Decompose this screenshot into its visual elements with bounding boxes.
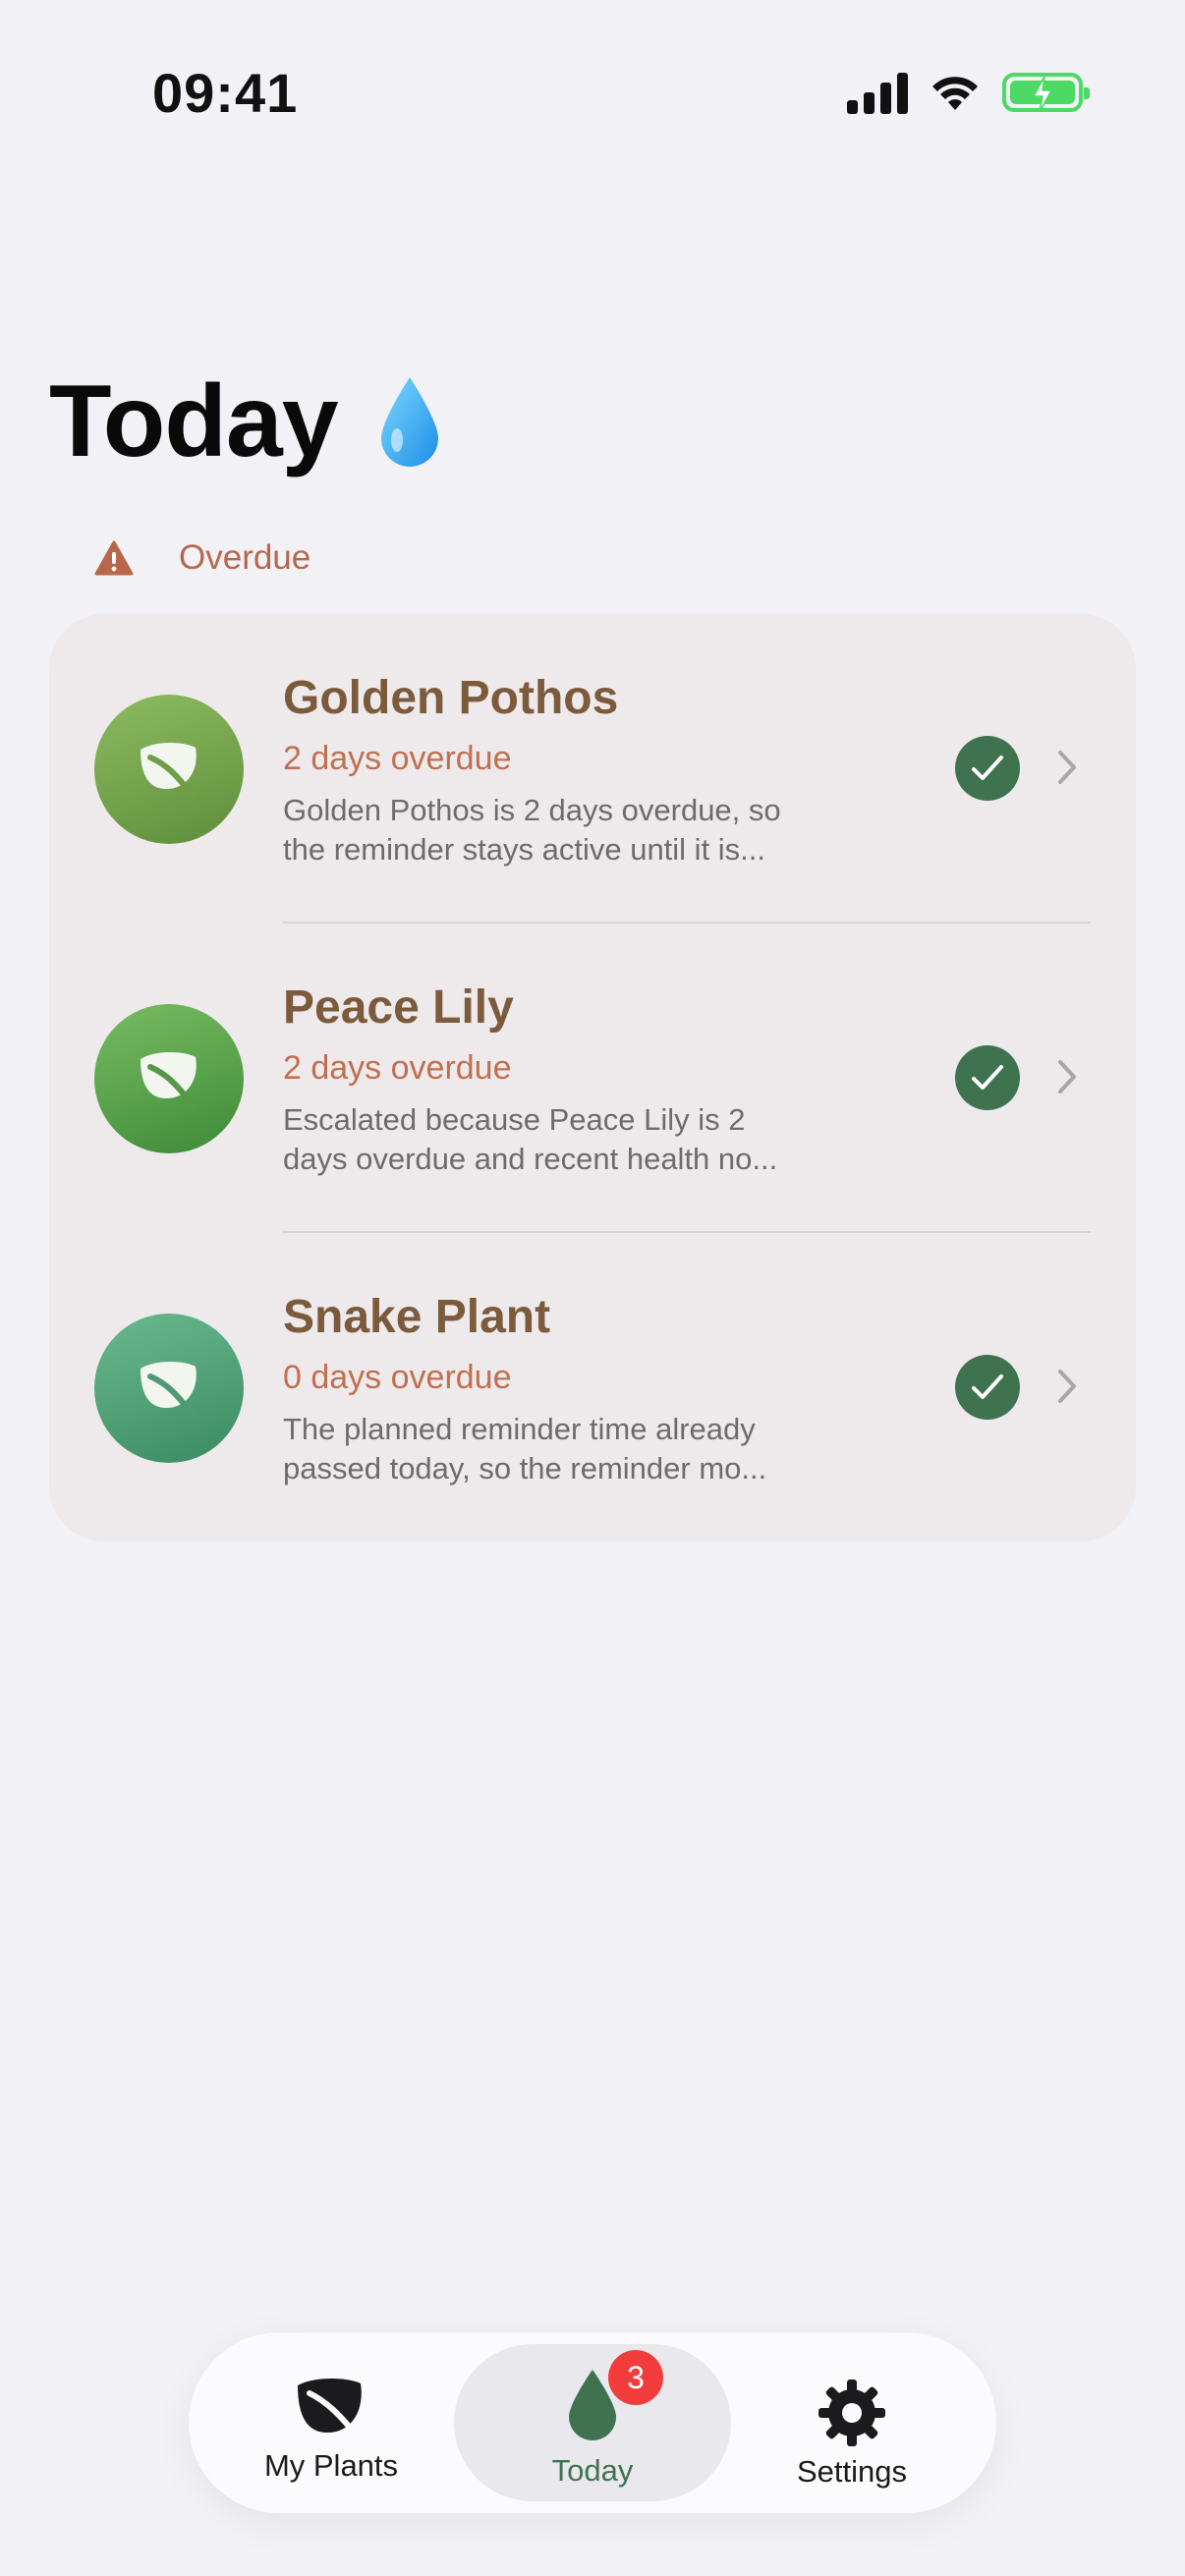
checkmark-icon bbox=[972, 1374, 1003, 1399]
tab-today[interactable]: 3 Today bbox=[454, 2344, 731, 2501]
leaf-icon bbox=[141, 1362, 197, 1417]
mark-watered-button[interactable] bbox=[955, 1045, 1020, 1110]
water-drop-icon bbox=[380, 376, 438, 467]
section-header-overdue: Overdue bbox=[94, 538, 310, 578]
mark-watered-button[interactable] bbox=[955, 1355, 1020, 1420]
chevron-right-icon[interactable] bbox=[1055, 748, 1079, 787]
tab-icon-wrap: 3 bbox=[565, 2350, 663, 2447]
tab-bar: My Plants 3 Today Settings bbox=[189, 2332, 996, 2513]
plant-name: Snake Plant bbox=[283, 1291, 551, 1343]
plant-description: The planned reminder time already passed… bbox=[283, 1412, 767, 1485]
tab-my-plants[interactable]: My Plants bbox=[218, 2344, 444, 2501]
battery-charging-icon bbox=[1002, 73, 1090, 113]
today-screen: 09:41 Today Overdue Golden Pothos 2 days… bbox=[0, 0, 1185, 2576]
chevron-right-icon[interactable] bbox=[1055, 1057, 1079, 1096]
plant-row-snake-plant[interactable]: Snake Plant 0 days overdue The planned r… bbox=[49, 1233, 1136, 1542]
plant-description: Golden Pothos is 2 days overdue, so the … bbox=[283, 793, 781, 867]
tab-label: Settings bbox=[796, 2454, 907, 2489]
chevron-right-icon[interactable] bbox=[1055, 1367, 1079, 1406]
leaf-icon bbox=[298, 2379, 362, 2441]
gear-icon bbox=[818, 2380, 885, 2446]
plant-overdue-status: 2 days overdue bbox=[283, 1049, 512, 1087]
tab-label: My Plants bbox=[263, 2448, 399, 2483]
checkmark-icon bbox=[972, 1065, 1003, 1090]
plant-avatar bbox=[94, 695, 244, 844]
plant-row-peace-lily[interactable]: Peace Lily 2 days overdue Escalated beca… bbox=[49, 924, 1136, 1233]
plant-description: Escalated because Peace Lily is 2 days o… bbox=[283, 1102, 778, 1176]
page-title: Today bbox=[49, 364, 339, 478]
checkmark-icon bbox=[972, 756, 1003, 780]
plant-overdue-status: 2 days overdue bbox=[283, 740, 512, 777]
status-bar: 09:41 bbox=[0, 0, 1185, 196]
status-icons bbox=[847, 71, 1090, 114]
section-title: Overdue bbox=[179, 538, 311, 577]
plant-name: Peace Lily bbox=[283, 981, 514, 1034]
tab-settings[interactable]: Settings bbox=[737, 2344, 967, 2501]
leaf-icon bbox=[141, 743, 197, 798]
cellular-signal-icon bbox=[847, 71, 908, 114]
mark-watered-button[interactable] bbox=[955, 736, 1020, 801]
tab-label: Today bbox=[551, 2453, 634, 2488]
warning-triangle-icon bbox=[94, 540, 134, 576]
notification-badge: 3 bbox=[608, 2350, 663, 2405]
wifi-icon bbox=[932, 77, 978, 110]
plant-row-golden-pothos[interactable]: Golden Pothos 2 days overdue Golden Poth… bbox=[49, 614, 1136, 924]
page-title-row: Today bbox=[49, 364, 442, 480]
plant-overdue-status: 0 days overdue bbox=[283, 1359, 512, 1396]
status-time: 09:41 bbox=[152, 62, 299, 124]
plant-name: Golden Pothos bbox=[283, 672, 619, 724]
plant-avatar bbox=[94, 1314, 244, 1463]
leaf-icon bbox=[141, 1052, 197, 1107]
plant-avatar bbox=[94, 1004, 244, 1153]
overdue-plants-card: Golden Pothos 2 days overdue Golden Poth… bbox=[49, 614, 1136, 1541]
